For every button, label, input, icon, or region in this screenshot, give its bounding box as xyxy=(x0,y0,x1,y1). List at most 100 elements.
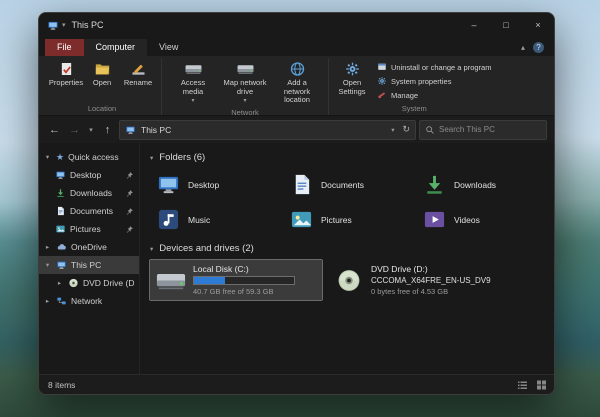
drive-info: Local Disk (C:) 40.7 GB free of 59.3 GB xyxy=(193,264,295,296)
videos-folder-icon xyxy=(422,208,447,231)
sidebar-item-network[interactable]: ▸ Network xyxy=(39,292,139,310)
map-network-drive-label: Map network drive xyxy=(222,79,268,96)
uninstall-icon xyxy=(377,62,387,72)
network-drive-icon xyxy=(237,61,254,77)
folder-tile-downloads[interactable]: Downloads xyxy=(416,169,544,200)
chevron-right-icon[interactable]: ▸ xyxy=(43,243,52,251)
ribbon-group-network: Access media ▾ Map network drive ▾ Add a… xyxy=(161,58,328,115)
folder-tile-documents[interactable]: Documents xyxy=(283,169,411,200)
sidebar-item-downloads[interactable]: Downloads xyxy=(39,184,139,202)
drive-tile-dvd-d[interactable]: DVD Drive (D:) CCCOMA_X64FRE_EN-US_DV9 0… xyxy=(328,260,500,300)
drive-free-space: 40.7 GB free of 59.3 GB xyxy=(193,287,295,296)
navigation-bar: ← → ▾ ↑ This PC ▾ ↻ xyxy=(39,116,554,143)
address-dropdown-icon[interactable]: ▾ xyxy=(391,126,394,134)
add-network-location-button[interactable]: Add a network location xyxy=(271,58,323,106)
search-icon xyxy=(425,125,435,135)
folder-name: Downloads xyxy=(454,180,496,190)
sidebar-item-onedrive[interactable]: ▸ OneDrive xyxy=(39,238,139,256)
pictures-folder-icon xyxy=(289,208,314,231)
item-count: 8 items xyxy=(48,380,75,390)
access-media-button[interactable]: Access media ▾ xyxy=(167,58,219,106)
uninstall-program-button[interactable]: Uninstall or change a program xyxy=(374,61,494,73)
system-small-buttons: Uninstall or change a program System pro… xyxy=(374,58,494,101)
manage-tools-icon xyxy=(377,90,387,100)
map-network-drive-button[interactable]: Map network drive ▾ xyxy=(219,58,271,106)
tab-computer[interactable]: Computer xyxy=(84,39,148,56)
sidebar-item-this-pc[interactable]: ▾ This PC xyxy=(39,256,139,274)
sidebar-item-desktop[interactable]: Desktop xyxy=(39,166,139,184)
add-network-location-label: Add a network location xyxy=(274,79,320,105)
folder-tile-pictures[interactable]: Pictures xyxy=(283,204,411,235)
folders-header-label: Folders (6) xyxy=(159,152,205,163)
drive-name: Local Disk (C:) xyxy=(193,264,295,274)
details-view-icon[interactable] xyxy=(516,379,529,391)
sidebar-item-dvd-drive[interactable]: ▸ DVD Drive (D:) CCCO xyxy=(39,274,139,292)
chevron-right-icon[interactable]: ▸ xyxy=(55,279,64,287)
pin-icon xyxy=(125,225,134,234)
status-bar: 8 items xyxy=(39,374,554,394)
folder-tile-music[interactable]: Music xyxy=(150,204,278,235)
refresh-icon[interactable]: ↻ xyxy=(399,124,410,135)
manage-button[interactable]: Manage xyxy=(374,89,494,101)
access-media-dropdown-icon: ▾ xyxy=(191,98,194,105)
music-folder-icon xyxy=(156,208,181,231)
folders-section-header[interactable]: ▾ Folders (6) xyxy=(150,152,546,163)
maximize-button[interactable]: □ xyxy=(490,13,522,37)
documents-folder-icon xyxy=(289,173,314,196)
system-properties-button[interactable]: System properties xyxy=(374,75,494,87)
folder-tile-videos[interactable]: Videos xyxy=(416,204,544,235)
sidebar-item-pictures[interactable]: Pictures xyxy=(39,220,139,238)
sidebar-item-label: Downloads xyxy=(70,188,121,198)
chevron-down-icon[interactable]: ▾ xyxy=(43,261,52,269)
devices-section-header[interactable]: ▾ Devices and drives (2) xyxy=(150,243,546,254)
open-settings-button[interactable]: Open Settings xyxy=(334,58,370,97)
rename-label: Rename xyxy=(124,79,152,88)
ribbon-group-location: Properties Open Rename Location xyxy=(43,58,161,115)
folder-name: Desktop xyxy=(188,180,219,190)
rename-button[interactable]: Rename xyxy=(120,58,156,89)
quick-access-toolbar-dropdown-icon[interactable]: ▾ xyxy=(62,21,66,29)
dvd-disc-icon xyxy=(68,278,79,288)
system-group-caption: System xyxy=(334,102,494,115)
chevron-down-icon[interactable]: ▾ xyxy=(150,154,153,162)
dvd-disc-icon xyxy=(334,268,364,293)
drive-name: DVD Drive (D:) xyxy=(371,264,491,274)
collapse-ribbon-icon[interactable]: ▴ xyxy=(521,43,525,52)
explorer-body: ▾ ★ Quick access Desktop Downloads Docum… xyxy=(39,143,554,374)
drives-grid: Local Disk (C:) 40.7 GB free of 59.3 GB … xyxy=(150,260,546,300)
minimize-button[interactable]: – xyxy=(458,13,490,37)
folder-tile-desktop[interactable]: Desktop xyxy=(150,169,278,200)
capacity-bar-fill xyxy=(194,277,225,284)
address-pc-icon xyxy=(125,125,136,135)
location-buttons: Properties Open Rename xyxy=(48,58,156,102)
close-button[interactable]: × xyxy=(522,13,554,37)
forward-button[interactable]: → xyxy=(66,121,83,139)
system-buttons: Open Settings Uninstall or change a prog… xyxy=(334,58,494,102)
open-button[interactable]: Open xyxy=(84,58,120,89)
up-button[interactable]: ↑ xyxy=(99,121,116,139)
tab-view[interactable]: View xyxy=(147,39,190,56)
large-icons-view-icon[interactable] xyxy=(535,379,548,391)
help-icon[interactable]: ? xyxy=(533,42,544,53)
system-properties-icon xyxy=(377,76,387,86)
tab-file[interactable]: File xyxy=(45,39,84,56)
search-box[interactable] xyxy=(419,120,547,140)
pin-icon xyxy=(125,171,134,180)
drive-tile-local-disk-c[interactable]: Local Disk (C:) 40.7 GB free of 59.3 GB xyxy=(150,260,322,300)
chevron-right-icon[interactable]: ▸ xyxy=(43,297,52,305)
sidebar-item-documents[interactable]: Documents xyxy=(39,202,139,220)
recent-locations-icon[interactable]: ▾ xyxy=(86,121,96,139)
address-bar[interactable]: This PC ▾ ↻ xyxy=(119,120,416,140)
chevron-down-icon[interactable]: ▾ xyxy=(150,245,153,253)
search-input[interactable] xyxy=(439,125,541,134)
file-explorer-window: ▾ This PC – □ × File Computer View ▴ ? xyxy=(38,12,555,395)
back-button[interactable]: ← xyxy=(46,121,63,139)
sidebar-item-label: Network xyxy=(71,296,134,306)
drive-volume-label: CCCOMA_X64FRE_EN-US_DV9 xyxy=(371,276,491,285)
properties-button[interactable]: Properties xyxy=(48,58,84,89)
network-icon xyxy=(56,296,67,306)
sidebar-item-quick-access[interactable]: ▾ ★ Quick access xyxy=(39,148,139,166)
chevron-down-icon[interactable]: ▾ xyxy=(43,153,52,161)
map-drive-dropdown-icon: ▾ xyxy=(243,98,246,105)
sidebar-item-label: OneDrive xyxy=(71,242,134,252)
